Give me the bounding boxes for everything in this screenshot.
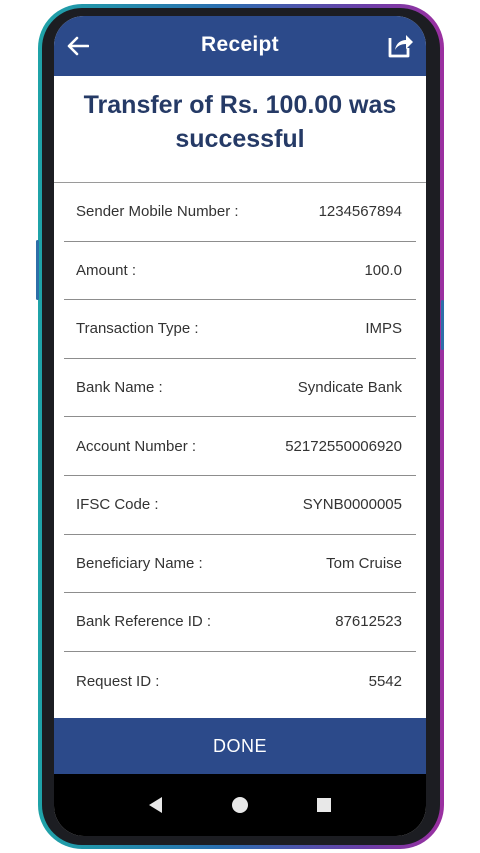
success-heading: Transfer of Rs. 100.00 was successful (83, 91, 397, 153)
detail-row-beneficiary-name: Beneficiary Name : Tom Cruise (64, 535, 416, 594)
detail-value: 1234567894 (318, 203, 402, 221)
nav-recents-icon[interactable] (309, 790, 339, 820)
detail-row-bank-name: Bank Name : Syndicate Bank (64, 359, 416, 418)
done-button[interactable]: DONE (54, 718, 426, 774)
detail-label: Amount : (76, 261, 137, 279)
detail-value: 87612523 (335, 613, 402, 631)
detail-label: Sender Mobile Number : (76, 203, 239, 221)
page-title: Receipt (201, 33, 279, 56)
detail-value: IMPS (365, 320, 402, 338)
detail-label: Bank Name : (76, 379, 163, 397)
detail-row-account-number: Account Number : 52172550006920 (64, 417, 416, 476)
phone-screen: Receipt Transfer of Rs. 100.00 was succe… (54, 16, 426, 836)
detail-row-bank-reference-id: Bank Reference ID : 87612523 (64, 593, 416, 652)
detail-value: 52172550006920 (285, 437, 402, 455)
nav-back-icon[interactable] (141, 790, 171, 820)
detail-label: Bank Reference ID : (76, 613, 212, 631)
detail-value: Syndicate Bank (297, 379, 402, 397)
detail-value: Tom Cruise (326, 554, 402, 572)
receipt-details: Sender Mobile Number : 1234567894 Amount… (64, 183, 416, 710)
share-icon[interactable] (386, 30, 416, 60)
system-nav-bar (54, 774, 426, 836)
detail-label: IFSC Code : (76, 496, 159, 514)
app-bar: Receipt (54, 16, 426, 76)
side-button-left (36, 240, 39, 300)
detail-row-request-id: Request ID : 5542 (64, 652, 416, 711)
side-button-right (441, 300, 444, 350)
detail-label: Account Number : (76, 437, 197, 455)
detail-row-ifsc-code: IFSC Code : SYNB0000005 (64, 476, 416, 535)
detail-label: Transaction Type : (76, 320, 199, 338)
detail-value: 5542 (368, 672, 402, 690)
detail-row-amount: Amount : 100.0 (64, 242, 416, 301)
detail-row-transaction-type: Transaction Type : IMPS (64, 300, 416, 359)
detail-value: 100.0 (364, 261, 402, 279)
nav-home-icon[interactable] (225, 790, 255, 820)
detail-label: Request ID : (76, 672, 160, 690)
detail-label: Beneficiary Name : (76, 554, 203, 572)
detail-value: SYNB0000005 (302, 496, 402, 514)
detail-row-sender-mobile: Sender Mobile Number : 1234567894 (64, 183, 416, 242)
